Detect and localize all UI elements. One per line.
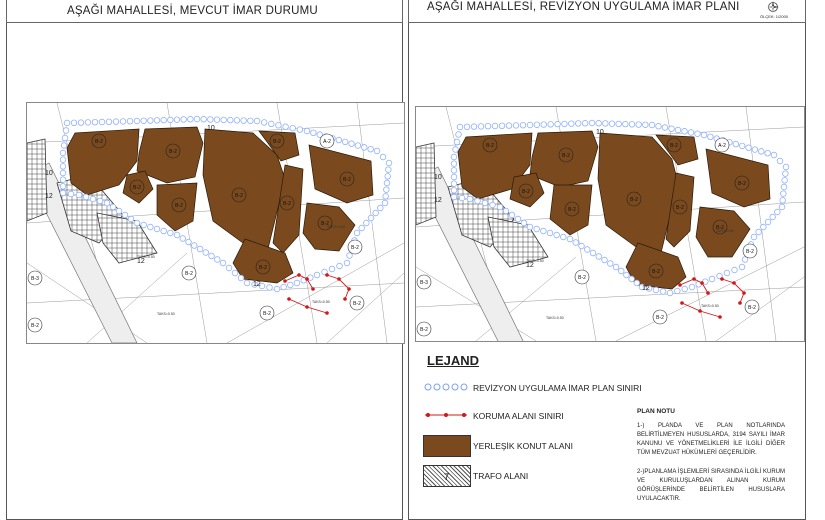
- legend-label-transformer: TRAFO ALANI: [473, 471, 529, 481]
- revision-zoning-map[interactable]: B-2 B-2 B-2 B-2 B-2 B-2 B-2 B-2 B-2 B-2 A-2 B-2 B-2 B…: [415, 106, 805, 342]
- taks-label-1: TAKS=0.50: [716, 229, 734, 233]
- taks-label-2: TAKS=0.50: [701, 304, 719, 308]
- taks-label-0: TAKS=0.50: [526, 259, 544, 263]
- height-label-1: 12: [45, 193, 53, 200]
- residential-block-1: [529, 130, 599, 188]
- taks-label-0: TAKS=0.50: [137, 255, 155, 259]
- zone-label-3: B-2: [175, 203, 183, 209]
- taks-label-3: TAKS=0.50: [546, 316, 564, 320]
- outer-zone-label-1: B-2: [351, 245, 359, 251]
- outer-zone-label-1: B-2: [746, 249, 754, 255]
- outer-zone-label-2: B-2: [185, 271, 193, 277]
- plan-note-2: 2-)PLANLAMA İŞLEMLERİ SIRASINDA İLGİLİ K…: [637, 469, 785, 502]
- outer-zone-label-0: A-2: [323, 139, 331, 145]
- height-label-4: 10: [207, 125, 215, 132]
- current-zoning-map[interactable]: B-2 B-2 B-2 B-2 B-2 B-2 B-2 B-2 B-2 B-2 A-2 B-2 B-2 B…: [26, 102, 405, 344]
- zone-label-7: B-2: [343, 177, 351, 183]
- height-label-4: 10: [596, 129, 604, 136]
- zone-label-6: B-2: [676, 205, 684, 211]
- zone-label-7: B-2: [738, 181, 746, 187]
- outer-zone-label-5: B-2: [656, 315, 664, 321]
- revision-zoning-map-svg: B-2 B-2 B-2 B-2 B-2 B-2 B-2 B-2 B-2 B-2 A-2 B-2 B-2 B…: [416, 107, 804, 341]
- protection-boundary: [283, 273, 351, 315]
- plan-note-1: 1-) PLANDA VE PLAN NOTLARINDA BELİRTİLME…: [637, 423, 785, 456]
- red-dot-line-icon: [423, 407, 469, 423]
- legend-label-plan-boundary: REVİZYON UYGULAMA İMAR PLAN SINIRI: [473, 383, 642, 393]
- outer-zone-label-6: B-2: [353, 301, 361, 307]
- zone-label-2: B-2: [522, 189, 530, 195]
- height-label-3: 12: [642, 285, 650, 292]
- zone-label-5: B-2: [670, 143, 678, 149]
- zone-label-0: B-2: [95, 139, 103, 145]
- hatched-box-icon: 7: [423, 465, 471, 487]
- zone-label-5: B-2: [273, 139, 281, 145]
- zone-label-2: B-2: [133, 185, 141, 191]
- brown-fill-icon: [423, 435, 471, 457]
- taks-label-3: TAKS=0.50: [157, 312, 175, 316]
- zone-label-9: B-2: [259, 265, 267, 271]
- taks-label-1: TAKS=0.50: [327, 225, 345, 229]
- zone-label-4: B-2: [235, 193, 243, 199]
- left-panel: AŞAĞI MAHALLESİ, MEVCUT İMAR DURUMU B-2 B…: [6, 0, 405, 520]
- zone-label-1: B-2: [169, 149, 177, 155]
- protection-boundary: [678, 277, 746, 319]
- zone-label-1: B-2: [562, 153, 570, 159]
- height-label-2: 12: [526, 262, 534, 269]
- height-label-2: 12: [137, 258, 145, 265]
- outer-zone-label-0: A-2: [718, 143, 726, 149]
- legend-label-residential: YERLEŞİK KONUT ALANI: [473, 441, 573, 451]
- right-panel: AŞAĞI MAHALLESİ, REVİZYON UYGULAMA İMAR …: [408, 0, 806, 520]
- outer-zone-label-4: B-2: [420, 327, 428, 333]
- height-label-1: 12: [434, 197, 442, 204]
- blue-circle-boundary-icon: [423, 379, 469, 395]
- left-panel-title: AŞAĞI MAHALLESİ, MEVCUT İMAR DURUMU: [67, 5, 318, 17]
- height-label-0: 10: [45, 170, 53, 177]
- zone-label-3: B-2: [568, 207, 576, 213]
- grid-area-0: [416, 142, 437, 226]
- current-zoning-map-svg: B-2 B-2 B-2 B-2 B-2 B-2 B-2 B-2 B-2 B-2 A-2 B-2 B-2 B…: [27, 103, 404, 343]
- taks-label-2: TAKS=0.50: [312, 300, 330, 304]
- outer-zone-label-3: B-3: [31, 276, 39, 282]
- zone-label-9: B-2: [652, 269, 660, 275]
- grid-area-0: [27, 138, 48, 222]
- legend-title: LEJAND: [427, 353, 480, 368]
- zone-label-6: B-2: [283, 201, 291, 207]
- outer-zone-label-4: B-2: [31, 323, 39, 329]
- svg-text:7: 7: [444, 472, 449, 482]
- outer-zone-label-2: B-2: [578, 275, 586, 281]
- scale-label: ÖLÇEK: 1/2000: [760, 14, 789, 19]
- height-label-3: 12: [253, 281, 261, 288]
- outer-zone-label-3: B-3: [420, 280, 428, 286]
- plan-note-title: PLAN NOTU: [637, 408, 675, 415]
- outer-zone-label-5: B-2: [263, 311, 271, 317]
- right-panel-title: AŞAĞI MAHALLESİ, REVİZYON UYGULAMA İMAR …: [427, 1, 740, 13]
- residential-block-7: [705, 148, 771, 208]
- zone-label-4: B-2: [630, 197, 638, 203]
- legend-label-protection: KORUMA ALANI SINIRI: [473, 411, 564, 421]
- outer-zone-label-6: B-2: [748, 305, 756, 311]
- height-label-0: 10: [434, 174, 442, 181]
- zone-label-0: B-2: [486, 143, 494, 149]
